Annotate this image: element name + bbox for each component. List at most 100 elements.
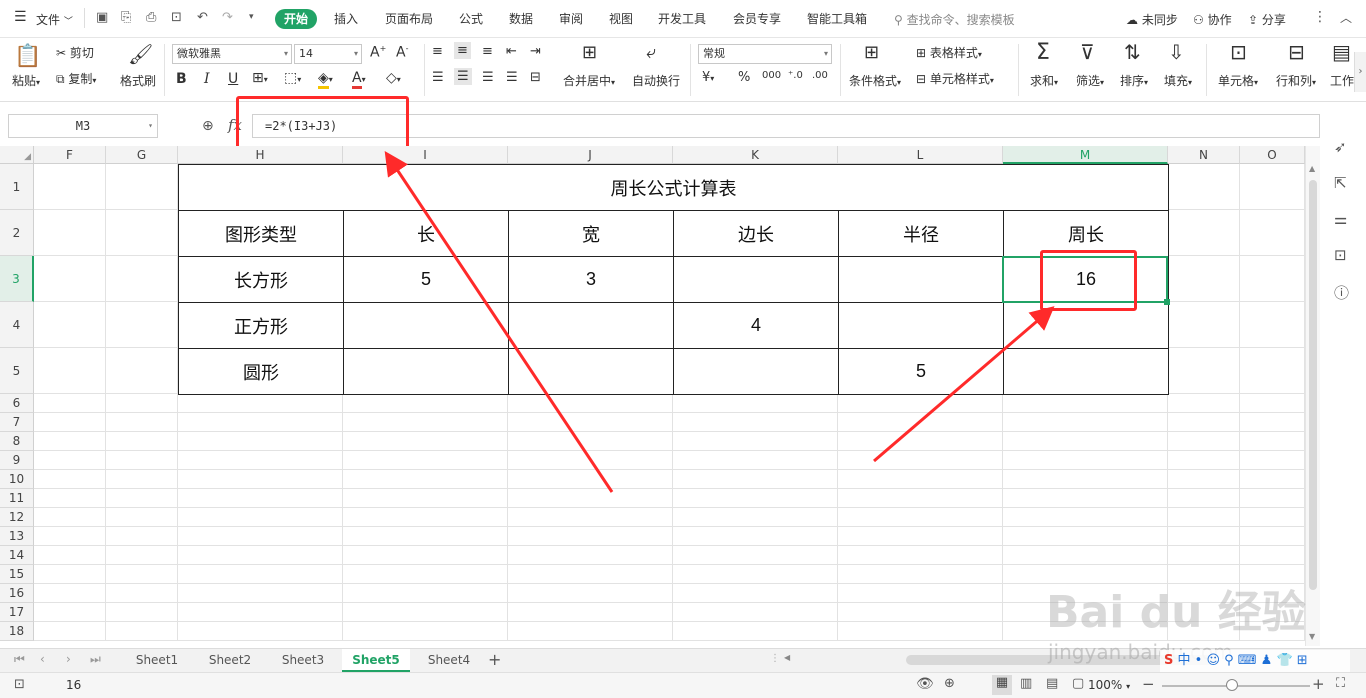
ime-toolbar[interactable]: S 中 • ☺ ⚲ ⌨ ♟ 👕 ⊞ <box>1160 650 1350 672</box>
fill-icon[interactable]: ⇩ <box>1168 40 1185 64</box>
name-box[interactable]: M3 ▾ <box>8 114 158 138</box>
export-icon[interactable]: ⎘ <box>121 10 131 25</box>
font-color-icon[interactable]: A▾ <box>352 70 366 89</box>
cell-style-button[interactable]: ⊟ 单元格样式▾ <box>916 70 994 87</box>
align-center-icon[interactable]: ☰ <box>454 68 472 85</box>
worksheet-button[interactable]: 工作 <box>1330 72 1354 89</box>
sync-button[interactable]: ☁ 未同步 <box>1126 11 1178 28</box>
normal-view-icon[interactable]: ▦ <box>992 675 1012 695</box>
decrease-font-icon[interactable]: A- <box>396 44 408 61</box>
increase-font-icon[interactable]: A+ <box>370 44 386 61</box>
paste-button[interactable]: 粘贴▾ <box>12 72 40 89</box>
font-size-select[interactable]: 14 ▾ <box>294 44 362 64</box>
quick-access-dropdown-icon[interactable]: ▾ <box>249 12 254 22</box>
tab-smart-tools[interactable]: 智能工具箱 <box>806 9 868 29</box>
sliders-icon[interactable]: ⚌ <box>1334 210 1347 228</box>
row-col-icon[interactable]: ⊟ <box>1288 40 1305 64</box>
thousands-icon[interactable]: 000 <box>762 70 781 81</box>
formula-input[interactable]: =2*(I3+J3) <box>252 114 1320 138</box>
cut-button[interactable]: ✂ 剪切 <box>56 44 94 61</box>
zoom-level[interactable]: 100% ▾ <box>1088 678 1130 692</box>
chevron-down-icon[interactable]: ▾ <box>148 115 153 137</box>
pointer-icon[interactable]: ⇱ <box>1334 174 1347 192</box>
shape-icon[interactable]: ⊡ <box>1334 246 1347 264</box>
search-box[interactable]: ⚲ 查找命令、搜索模板 <box>894 11 1015 28</box>
sheet-tab-5[interactable]: Sheet5 <box>342 649 410 672</box>
wrap-icon[interactable]: ⤶ <box>646 42 656 63</box>
sum-icon[interactable]: Σ <box>1036 40 1050 65</box>
conditional-format-button[interactable]: 条件格式▾ <box>849 72 901 89</box>
sum-button[interactable]: 求和▾ <box>1030 72 1058 89</box>
zoom-slider-thumb[interactable] <box>1226 679 1238 691</box>
align-top-icon[interactable]: ≡ <box>432 44 443 59</box>
row-col-button[interactable]: 行和列▾ <box>1276 72 1316 89</box>
print-preview-icon[interactable]: ⊡ <box>171 10 182 25</box>
add-sheet-button[interactable]: + <box>488 650 501 669</box>
number-format-select[interactable]: 常规 ▾ <box>698 44 832 64</box>
spreadsheet-grid[interactable]: ◢ FGHIJKLMNO 1 2 3 4 5 6 7 8 9 10 11 12 13 14 15 16 17 18… <box>0 146 1305 646</box>
print-icon[interactable]: ⎙ <box>146 10 156 25</box>
tab-data[interactable]: 数据 <box>508 9 534 29</box>
format-painter-button[interactable]: 格式刷 <box>120 72 156 89</box>
undo-icon[interactable]: ↶ <box>197 10 208 25</box>
percent-icon[interactable]: % <box>738 70 750 85</box>
zoom-out-icon[interactable]: − <box>1142 675 1155 693</box>
reading-view-icon[interactable]: ▢ <box>1072 676 1084 691</box>
distribute-icon[interactable]: ⊟ <box>530 70 541 85</box>
rocket-icon[interactable]: ➶ <box>1334 138 1347 156</box>
fullscreen-icon[interactable]: ⛶ <box>1336 676 1345 691</box>
sheet-tab-4[interactable]: Sheet4 <box>414 649 484 672</box>
increase-decimal-icon[interactable]: ⁺.0 <box>788 70 803 81</box>
sort-icon[interactable]: ⇅ <box>1124 40 1141 64</box>
filter-button[interactable]: 筛选▾ <box>1076 72 1104 89</box>
split-handle-icon[interactable]: ⋮ <box>770 653 780 664</box>
paste-icon[interactable]: 📋 <box>14 44 41 69</box>
file-menu[interactable]: 文件 ﹀ <box>36 11 73 28</box>
scroll-left-icon[interactable]: ◀ <box>784 653 790 662</box>
prev-sheet-icon[interactable]: ‹ <box>40 652 45 666</box>
indent-decrease-icon[interactable]: ⇤ <box>506 44 517 59</box>
table-style-button[interactable]: ⊞ 表格样式▾ <box>916 44 982 61</box>
indent-increase-icon[interactable]: ⇥ <box>530 44 541 59</box>
tab-home[interactable]: 开始 <box>275 9 318 29</box>
collab-button[interactable]: ⚇ 协作 <box>1193 11 1232 28</box>
bold-icon[interactable]: B <box>176 71 187 87</box>
next-sheet-icon[interactable]: › <box>66 652 71 666</box>
sheet-tab-3[interactable]: Sheet3 <box>268 649 338 672</box>
worksheet-icon[interactable]: ▤ <box>1332 40 1351 64</box>
more-icon[interactable]: ⋮ <box>1313 9 1327 25</box>
font-name-select[interactable]: 微软雅黑 ▾ <box>172 44 292 64</box>
vertical-scrollbar[interactable]: ▲ ▼ <box>1305 146 1320 646</box>
scroll-up-icon[interactable]: ▲ <box>1309 164 1315 173</box>
wrap-text-button[interactable]: 自动换行 <box>632 72 680 89</box>
tab-member[interactable]: 会员专享 <box>732 9 782 29</box>
fill-button[interactable]: 填充▾ <box>1164 72 1192 89</box>
scroll-down-icon[interactable]: ▼ <box>1309 632 1315 641</box>
cell-button[interactable]: 单元格▾ <box>1218 72 1258 89</box>
zoom-formula-icon[interactable]: ⊕ <box>202 118 214 134</box>
help-icon[interactable]: ⓘ <box>1334 282 1349 303</box>
sheet-tab-2[interactable]: Sheet2 <box>196 649 264 672</box>
borders-icon[interactable]: ⊞▾ <box>252 70 268 86</box>
tab-view[interactable]: 视图 <box>608 9 634 29</box>
tab-formulas[interactable]: 公式 <box>458 9 484 29</box>
copy-button[interactable]: ⧉ 复制▾ <box>56 70 96 87</box>
clear-icon[interactable]: ◇▾ <box>386 70 401 86</box>
underline-icon[interactable]: U <box>228 71 238 87</box>
fill-color-icon[interactable]: ◈▾ <box>318 70 333 89</box>
share-button[interactable]: ⇪ 分享 <box>1248 11 1286 28</box>
sheet-tab-1[interactable]: Sheet1 <box>122 649 192 672</box>
eye-icon[interactable]: 👁 <box>916 676 934 692</box>
scrollbar-thumb[interactable] <box>1309 180 1317 590</box>
align-bottom-icon[interactable]: ≡ <box>482 44 493 59</box>
zoom-in-icon[interactable]: + <box>1312 675 1325 693</box>
save-icon[interactable]: ▣ <box>96 10 108 25</box>
page-break-view-icon[interactable]: ▤ <box>1046 676 1058 691</box>
cell-icon[interactable]: ⊡ <box>1230 40 1247 64</box>
currency-icon[interactable]: ¥▾ <box>702 70 714 85</box>
collapse-ribbon-icon[interactable]: ︿ <box>1340 9 1352 26</box>
redo-icon[interactable]: ↷ <box>222 10 233 25</box>
merge-icon[interactable]: ⊞ <box>582 42 597 63</box>
align-left-icon[interactable]: ☰ <box>432 70 444 85</box>
align-right-icon[interactable]: ☰ <box>482 70 494 85</box>
